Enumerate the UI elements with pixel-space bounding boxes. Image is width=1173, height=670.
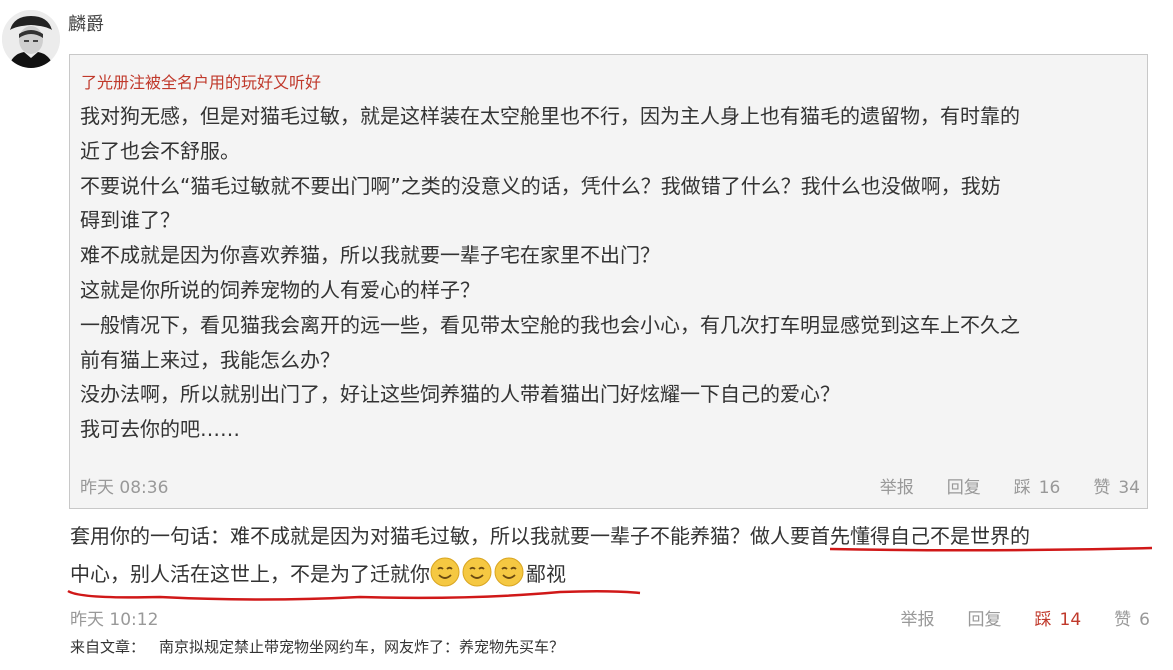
report-button[interactable]: 举报: [901, 605, 935, 630]
quoted-meta: 昨天 08:36 举报 回复 踩 16 赞 34: [80, 473, 1140, 498]
downvote-button[interactable]: 踩 14: [1035, 605, 1082, 630]
quoted-line: 没办法啊，所以就别出门了，好让这些饲养猫的人带着猫出门好炫耀一下自己的爱心？: [80, 382, 840, 407]
quoted-line: 碍到谁了？: [80, 208, 180, 233]
downvote-label: 踩: [1013, 478, 1031, 498]
quoted-line: 我对狗无感，但是对猫毛过敏，就是这样装在太空舱里也不行，因为主人身上也有猫毛的遗…: [80, 104, 1020, 128]
smile-emoji-icon: [430, 557, 460, 587]
quoted-comment: 了光册注被全名户用的玩好又听好 我对狗无感，但是对猫毛过敏，就是这样装在太空舱里…: [69, 54, 1148, 509]
reply-actions: 举报 回复 踩 14 赞6: [901, 605, 1150, 630]
source-article: 来自文章： 南京拟规定禁止带宠物坐网约车，网友炸了：养宠物先买车？: [70, 636, 564, 657]
quoted-line: 近了也会不舒服。: [80, 138, 240, 163]
reply-timestamp: 昨天 10:12: [70, 610, 159, 630]
reply-meta: 昨天 10:12 举报 回复 踩 14 赞6: [70, 605, 1150, 630]
username[interactable]: 麟爵: [68, 10, 104, 36]
quoted-line: 难不成就是因为你喜欢养猫，所以我就要一辈子宅在家里不出门？: [80, 243, 660, 268]
source-article-link[interactable]: 南京拟规定禁止带宠物坐网约车，网友炸了：养宠物先买车？: [159, 638, 564, 656]
upvote-count: 34: [1118, 478, 1140, 498]
upvote-count: 6: [1139, 610, 1150, 630]
downvote-label: 踩: [1034, 610, 1052, 630]
downvote-button[interactable]: 踩 16: [1014, 473, 1061, 498]
smile-emoji-icon: [494, 557, 524, 587]
reply-body: 套用你的一句话：难不成就是因为对猫毛过敏，所以我就要一辈子不能养猫？做人要首先懂…: [70, 517, 1160, 593]
quoted-actions: 举报 回复 踩 16 赞 34: [880, 473, 1140, 498]
avatar[interactable]: [2, 10, 60, 68]
reply-button[interactable]: 回复: [968, 605, 1002, 630]
quoted-line: 前有猫上来过，我能怎么办？: [80, 347, 340, 372]
quoted-line: 不要说什么“猫毛过敏就不要出门啊”之类的没意义的话，凭什么？我做错了什么？我什么…: [80, 173, 1001, 198]
report-button[interactable]: 举报: [880, 473, 914, 498]
upvote-button[interactable]: 赞 34: [1093, 473, 1140, 498]
quoted-username[interactable]: 了光册注被全名户用的玩好又听好: [81, 69, 321, 93]
quoted-body: 我对狗无感，但是对猫毛过敏，就是这样装在太空舱里也不行，因为主人身上也有猫毛的遗…: [80, 99, 1142, 447]
source-label: 来自文章：: [70, 638, 146, 656]
reply-button[interactable]: 回复: [947, 473, 981, 498]
reply-line-2: 中心，别人活在这世上，不是为了迁就你 鄙视: [70, 555, 1160, 593]
avatar-portrait-icon: [2, 10, 60, 68]
downvote-count: 14: [1059, 610, 1082, 630]
quoted-line: 我可去你的吧……: [80, 417, 240, 442]
quoted-line: 这就是你所说的饲养宠物的人有爱心的样子？: [80, 277, 480, 302]
upvote-label: 赞: [1114, 610, 1132, 630]
upvote-button[interactable]: 赞6: [1114, 605, 1150, 630]
upvote-label: 赞: [1093, 478, 1111, 498]
quoted-timestamp: 昨天 08:36: [80, 478, 169, 498]
reply-line-text: 中心，别人活在这世上，不是为了迁就你: [70, 562, 430, 586]
reply-line-suffix: 鄙视: [526, 562, 566, 586]
reply-line: 套用你的一句话：难不成就是因为对猫毛过敏，所以我就要一辈子不能养猫？做人要首先懂…: [70, 524, 1030, 548]
quoted-line: 一般情况下，看见猫我会离开的远一些，看见带太空舱的我也会小心，有几次打车明显感觉…: [80, 312, 1020, 337]
smile-emoji-icon: [462, 557, 492, 587]
downvote-count: 16: [1038, 478, 1061, 498]
